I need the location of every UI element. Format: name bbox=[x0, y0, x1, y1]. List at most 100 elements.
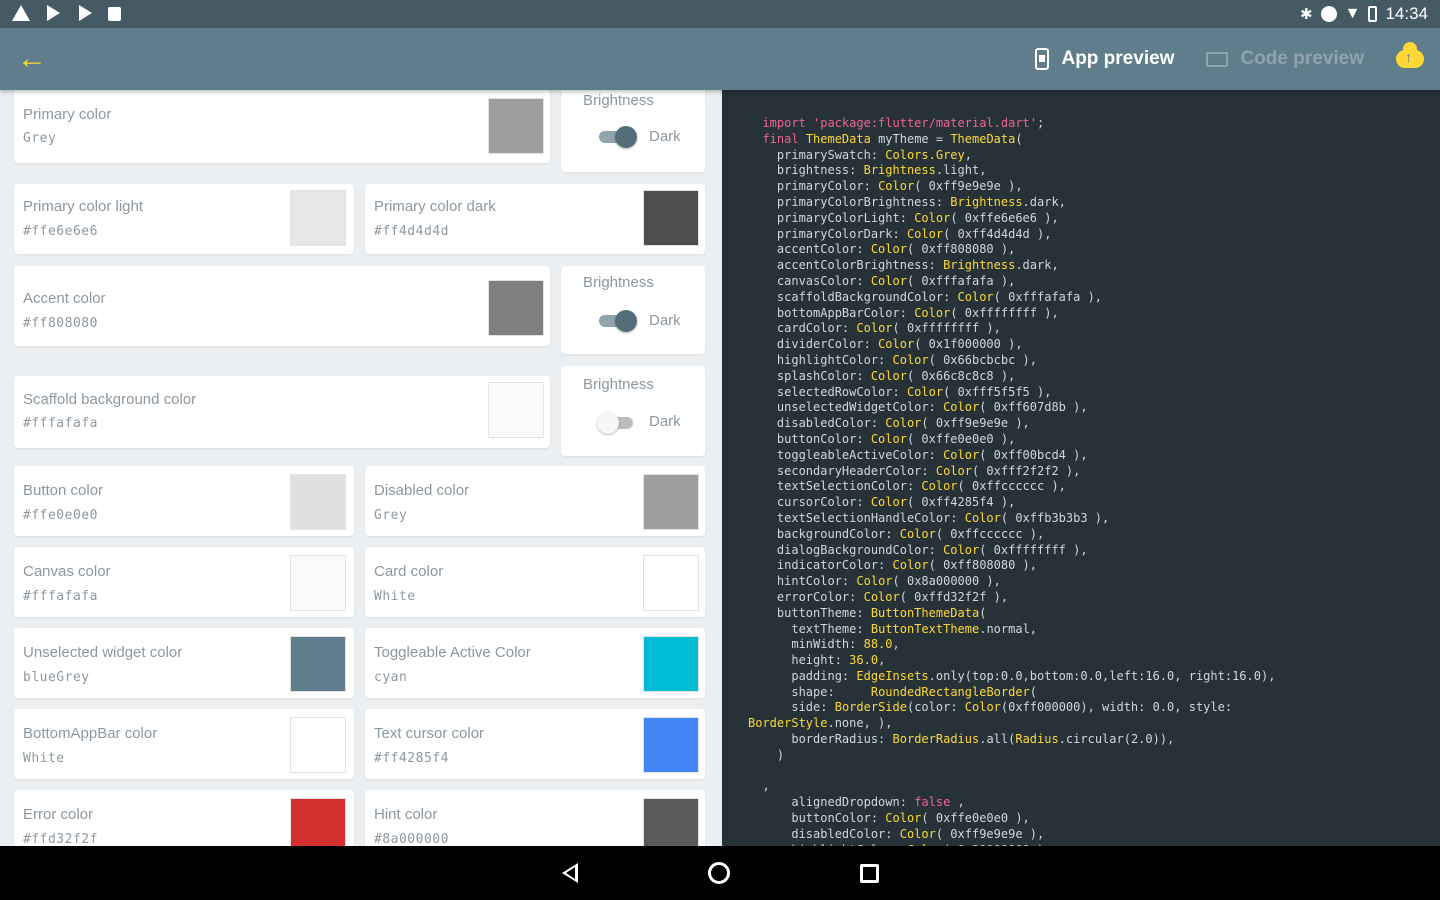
code-token: Color bbox=[964, 700, 1001, 715]
card-value: #ffe0e0e0 bbox=[23, 508, 98, 523]
code-line: toggleableActiveColor: Color( 0xff00bcd4… bbox=[748, 448, 1440, 464]
code-token: toggleableActiveColor: bbox=[776, 447, 944, 462]
scaffold-brightness-toggle[interactable] bbox=[597, 412, 637, 434]
code-token: ( bbox=[1015, 131, 1023, 146]
code-token: , bbox=[892, 637, 900, 652]
code-token: ( bbox=[1029, 684, 1038, 699]
code-token: hintColor: bbox=[776, 574, 857, 589]
code-token: ( 0xff607d8b ), bbox=[979, 400, 1088, 415]
card-value: White bbox=[23, 751, 65, 766]
color-swatch[interactable] bbox=[290, 636, 346, 692]
card-color-card[interactable]: Card color White bbox=[365, 547, 705, 617]
code-token: Brightness bbox=[950, 194, 1023, 209]
code-token: BorderRadius bbox=[892, 732, 980, 747]
bottom-app-bar-color-card[interactable]: BottomAppBar color White bbox=[14, 709, 354, 779]
code-token: textSelectionColor: bbox=[776, 479, 922, 494]
code-preview-panel[interactable]: import 'package:flutter/material.dart'; … bbox=[722, 90, 1440, 846]
text-cursor-color-card[interactable]: Text cursor color #ff4285f4 bbox=[365, 709, 705, 779]
color-swatch[interactable] bbox=[290, 798, 346, 846]
code-line: disabledColor: Color( 0xff9e9e9e ), bbox=[748, 416, 1440, 432]
toggleable-active-color-card[interactable]: Toggleable Active Color cyan bbox=[365, 628, 705, 698]
code-token: Color bbox=[892, 558, 929, 573]
code-token: import bbox=[762, 116, 814, 130]
code-token: ( 0xff00bcd4 ), bbox=[979, 447, 1088, 462]
error-color-card[interactable]: Error color #ffd32f2f bbox=[14, 790, 354, 846]
nav-home-icon[interactable] bbox=[707, 862, 730, 884]
code-token: ( 0xffe0e0e0 ), bbox=[906, 431, 1016, 446]
nav-back-icon[interactable] bbox=[561, 863, 578, 883]
code-line: accentColorBrightness: Brightness.dark, bbox=[748, 258, 1440, 274]
code-token: .only(top:0.0,bottom:0.0,left:16.0, righ… bbox=[928, 668, 1276, 683]
color-swatch[interactable] bbox=[643, 636, 699, 692]
accent-brightness-toggle[interactable] bbox=[597, 310, 637, 332]
color-swatch[interactable] bbox=[290, 190, 346, 246]
code-line: unselectedWidgetColor: Color( 0xff607d8b… bbox=[748, 400, 1440, 416]
code-token: Color bbox=[943, 447, 980, 462]
unselected-widget-color-card[interactable]: Unselected widget color blueGrey bbox=[14, 628, 354, 698]
code-token: Color bbox=[856, 321, 893, 336]
color-swatch[interactable] bbox=[643, 190, 699, 246]
arrow-back-icon[interactable]: ← bbox=[0, 28, 64, 90]
card-value: #ff4d4d4d bbox=[374, 224, 449, 239]
code-token: side: bbox=[791, 700, 835, 715]
color-swatch[interactable] bbox=[290, 555, 346, 611]
code-token: primaryColorBrightness: bbox=[776, 194, 951, 209]
code-line: canvasColor: Color( 0xfffafafa ), bbox=[748, 274, 1440, 290]
code-token: BorderStyle bbox=[748, 716, 828, 731]
button-color-card[interactable]: Button color #ffe0e0e0 bbox=[14, 466, 354, 536]
dark-label: Dark bbox=[649, 128, 681, 145]
primary-color-light-card[interactable]: Primary color light #ffe6e6e6 bbox=[14, 184, 354, 254]
code-token: brightness: bbox=[776, 163, 864, 178]
code-token: .circular(2.0)), bbox=[1058, 732, 1175, 747]
code-token: ( 0xffffffff ), bbox=[950, 305, 1059, 320]
primary-brightness-card: Brightness Dark bbox=[561, 90, 705, 172]
color-swatch[interactable] bbox=[290, 717, 346, 773]
code-line: highlightColor: Color( 0x66bcbcbc ), bbox=[748, 353, 1440, 369]
dark-label: Dark bbox=[649, 312, 681, 329]
code-token: ButtonThemeData bbox=[870, 605, 980, 620]
tab-app-preview[interactable]: App preview bbox=[1019, 48, 1190, 70]
code-line: minWidth: 88.0, bbox=[748, 637, 1440, 653]
code-token: Color bbox=[870, 273, 907, 288]
wifi-icon: ▼ bbox=[1344, 5, 1361, 22]
code-token: 36.0 bbox=[849, 653, 879, 668]
primary-brightness-toggle[interactable] bbox=[597, 126, 637, 148]
code-token: primaryColor: bbox=[776, 179, 879, 194]
color-swatch[interactable] bbox=[488, 382, 544, 438]
accent-color-card[interactable]: Accent color #ff808080 bbox=[14, 266, 550, 346]
code-token: (color: bbox=[906, 700, 965, 715]
color-swatch[interactable] bbox=[488, 98, 544, 154]
tab-code-preview[interactable]: Code preview bbox=[1190, 48, 1380, 70]
code-token: Color bbox=[899, 526, 936, 541]
code-line: textSelectionHandleColor: Color( 0xffb3b… bbox=[748, 511, 1440, 527]
scaffold-background-color-card[interactable]: Scaffold background color #fffafafa bbox=[14, 376, 550, 448]
code-token: primaryColorLight: bbox=[776, 210, 915, 225]
code-token: Color bbox=[899, 826, 936, 841]
code-token: ( 0xff4d4d4d ), bbox=[943, 226, 1052, 241]
color-swatch[interactable] bbox=[643, 474, 699, 530]
code-line: primarySwatch: Colors.Grey, bbox=[748, 148, 1440, 164]
code-token: Color bbox=[870, 431, 907, 446]
code-token: ( 0xff4285f4 ), bbox=[906, 495, 1016, 510]
color-swatch[interactable] bbox=[290, 474, 346, 530]
primary-color-card[interactable]: Primary color Grey bbox=[14, 90, 550, 163]
code-token: scaffoldBackgroundColor: bbox=[776, 289, 958, 304]
code-token: ( 0x8a000000 ), bbox=[892, 574, 1001, 589]
primary-color-dark-card[interactable]: Primary color dark #ff4d4d4d bbox=[365, 184, 705, 254]
code-token: ( 0x1f000000 ), bbox=[914, 337, 1023, 352]
color-swatch[interactable] bbox=[643, 798, 699, 846]
code-token: ( 0xff9e9e9e ), bbox=[914, 179, 1023, 194]
disabled-color-card[interactable]: Disabled color Grey bbox=[365, 466, 705, 536]
color-swatch[interactable] bbox=[488, 280, 544, 336]
code-token: Radius bbox=[1015, 732, 1059, 747]
code-token: errorColor: bbox=[776, 589, 864, 604]
hint-color-card[interactable]: Hint color #8a000000 bbox=[365, 790, 705, 846]
color-swatch[interactable] bbox=[643, 555, 699, 611]
code-token: Brightness bbox=[863, 163, 936, 178]
code-line: splashColor: Color( 0x66c8c8c8 ), bbox=[748, 369, 1440, 385]
canvas-color-card[interactable]: Canvas color #fffafafa bbox=[14, 547, 354, 617]
android-icon bbox=[108, 5, 126, 23]
cloud-upload-button[interactable] bbox=[1380, 28, 1440, 90]
nav-recents-icon[interactable] bbox=[859, 863, 879, 883]
color-swatch[interactable] bbox=[643, 717, 699, 773]
